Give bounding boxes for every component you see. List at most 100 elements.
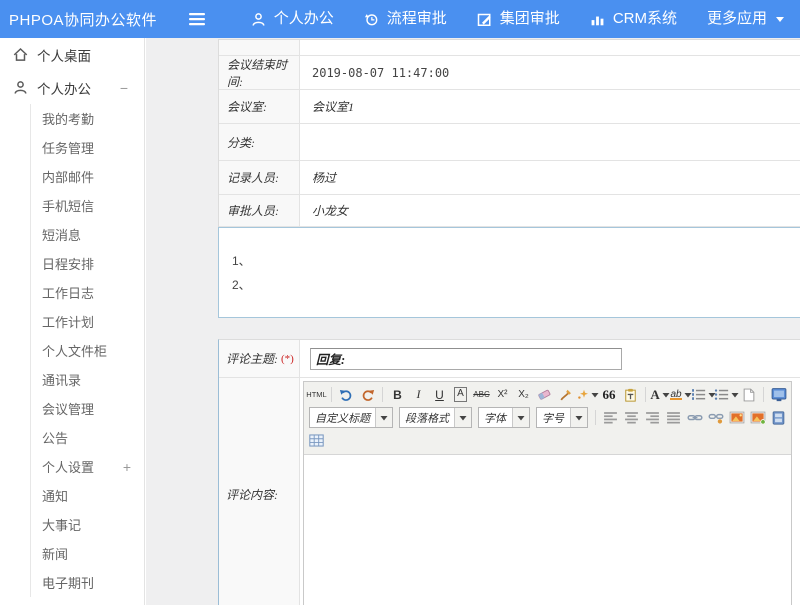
superscript-button[interactable]: X² bbox=[493, 385, 512, 405]
nav-workflow-approval[interactable]: 流程审批 bbox=[364, 0, 447, 38]
sidebar-item-personal-file-cabinet[interactable]: 个人文件柜 bbox=[30, 336, 144, 365]
fullscreen-button[interactable] bbox=[769, 385, 788, 405]
sidebar-item-personal-settings[interactable]: 个人设置+ bbox=[30, 452, 144, 481]
sidebar-item-task-management-label: 任务管理 bbox=[42, 138, 94, 157]
justify-button[interactable] bbox=[664, 408, 683, 428]
sidebar-item-notice[interactable]: 通知 bbox=[30, 481, 144, 510]
comment-content-label: 评论内容: bbox=[226, 486, 278, 503]
image-icon bbox=[729, 411, 745, 424]
italic-button-label: I bbox=[417, 387, 421, 402]
ordered-list-button[interactable] bbox=[693, 385, 714, 405]
sidebar-item-personal-desktop[interactable]: 个人桌面 bbox=[0, 38, 144, 71]
sidebar-item-contacts-label: 通讯录 bbox=[42, 370, 81, 389]
sidebar-item-my-attendance[interactable]: 我的考勤 bbox=[30, 104, 144, 133]
font-size-select[interactable]: 字号 bbox=[536, 407, 588, 428]
sidebar-item-work-plan[interactable]: 工作计划 bbox=[30, 307, 144, 336]
sidebar-item-announcement[interactable]: 公告 bbox=[30, 423, 144, 452]
highlight-button[interactable]: ab bbox=[672, 385, 691, 405]
brush-icon bbox=[559, 388, 573, 401]
comment-subject-input[interactable] bbox=[310, 348, 622, 370]
topbar-nav: 个人办公 流程审批 集团审批 CRM系统更多应用 bbox=[236, 0, 800, 38]
align-left-button[interactable] bbox=[601, 408, 620, 428]
font-color-button[interactable]: A bbox=[651, 385, 670, 405]
person-white-icon bbox=[251, 12, 266, 27]
sidebar-item-meeting-management[interactable]: 会议管理 bbox=[30, 394, 144, 423]
table-row: 会议结束时间:2019-08-07 11:47:00 bbox=[219, 56, 800, 90]
sidebar-item-personal-settings-toggle-icon[interactable]: + bbox=[123, 460, 131, 474]
comment-content-value-cell: HTMLBIUAABCX²X₂66Aab 自定义标题段落格式字体字号 bbox=[300, 378, 800, 605]
nav-crm-system[interactable]: CRM系统 bbox=[590, 0, 677, 38]
sidebar-item-schedule[interactable]: 日程安排 bbox=[30, 249, 144, 278]
italic-button[interactable]: I bbox=[409, 385, 428, 405]
nav-more-apps[interactable]: 更多应用 bbox=[707, 0, 785, 38]
chart-white-icon bbox=[590, 13, 605, 26]
table-row: 审批人员:小龙女 bbox=[219, 195, 800, 227]
underline-button[interactable]: U bbox=[430, 385, 449, 405]
undo-button[interactable] bbox=[337, 385, 356, 405]
sidebar-item-memorabilia-label: 大事记 bbox=[42, 515, 81, 534]
editor-content-area[interactable] bbox=[304, 455, 791, 605]
paragraph-select[interactable]: 段落格式 bbox=[399, 407, 472, 428]
sidebar-item-work-log-label: 工作日志 bbox=[42, 283, 94, 302]
remove-format-button[interactable] bbox=[535, 385, 554, 405]
format-brush-button[interactable] bbox=[556, 385, 575, 405]
redo-button[interactable] bbox=[358, 385, 377, 405]
font-family-select-label: 字体 bbox=[479, 410, 512, 426]
nav-workflow-approval-label: 流程审批 bbox=[387, 0, 447, 38]
unlink-button[interactable] bbox=[706, 408, 725, 428]
font-box-button[interactable]: A bbox=[451, 385, 470, 405]
quick-format-button-caret bbox=[591, 392, 599, 398]
fullscreen-icon bbox=[771, 388, 787, 402]
align-right-button[interactable] bbox=[643, 408, 662, 428]
bold-button[interactable]: B bbox=[388, 385, 407, 405]
heading-select[interactable]: 自定义标题 bbox=[309, 407, 393, 428]
table-button[interactable] bbox=[307, 431, 326, 451]
sidebar-item-announcement-label: 公告 bbox=[42, 428, 68, 447]
sidebar-item-contacts[interactable]: 通讯录 bbox=[30, 365, 144, 394]
comment-subject-label-cell: 评论主题: (*) bbox=[219, 340, 300, 377]
hamburger-menu-button[interactable] bbox=[184, 8, 210, 30]
link-button[interactable] bbox=[685, 408, 704, 428]
sidebar-item-work-log[interactable]: 工作日志 bbox=[30, 278, 144, 307]
font-family-select[interactable]: 字体 bbox=[478, 407, 530, 428]
upload-image-button[interactable] bbox=[748, 408, 767, 428]
strikethrough-button[interactable]: ABC bbox=[472, 385, 491, 405]
align-center-button[interactable] bbox=[622, 408, 641, 428]
paste-button[interactable] bbox=[621, 385, 640, 405]
sidebar-item-short-message[interactable]: 短消息 bbox=[30, 220, 144, 249]
sidebar-item-workflow-approval[interactable]: 流程审批+ bbox=[0, 597, 144, 605]
highlight-button-label: ab bbox=[670, 389, 681, 400]
nav-personal-office[interactable]: 个人办公 bbox=[251, 0, 334, 38]
font-size-select-caret bbox=[570, 408, 587, 427]
comment-subject-row: 评论主题: (*) bbox=[219, 340, 800, 378]
sidebar-item-personal-office[interactable]: 个人办公 − bbox=[0, 71, 144, 104]
sidebar-item-memorabilia[interactable]: 大事记 bbox=[30, 510, 144, 539]
unordered-list-button[interactable] bbox=[716, 385, 737, 405]
table-icon bbox=[309, 434, 324, 447]
sidebar-item-personal-office-toggle-icon[interactable]: − bbox=[120, 81, 128, 95]
sidebar-item-mobile-sms[interactable]: 手机短信 bbox=[30, 191, 144, 220]
blockquote-button[interactable]: 66 bbox=[600, 385, 619, 405]
sidebar-item-news[interactable]: 新闻 bbox=[30, 539, 144, 568]
sidebar-item-task-management[interactable]: 任务管理 bbox=[30, 133, 144, 162]
subscript-button[interactable]: X₂ bbox=[514, 385, 533, 405]
history-white-icon bbox=[364, 12, 379, 27]
table-row bbox=[219, 40, 800, 56]
row-label: 记录人员: bbox=[219, 161, 300, 194]
nav-group-approval[interactable]: 集团审批 bbox=[477, 0, 560, 38]
sidebar-item-internal-mail[interactable]: 内部邮件 bbox=[30, 162, 144, 191]
nav-group-approval-label: 集团审批 bbox=[500, 0, 560, 38]
new-page-button[interactable] bbox=[739, 385, 758, 405]
sidebar-item-e-journal[interactable]: 电子期刊 bbox=[30, 568, 144, 597]
sidebar-item-personal-office-label: 个人办公 bbox=[37, 78, 91, 98]
caret-down-dark-icon bbox=[591, 392, 599, 398]
media-button[interactable] bbox=[769, 408, 788, 428]
undo-icon bbox=[339, 388, 354, 402]
quick-format-button[interactable] bbox=[577, 385, 598, 405]
image-button[interactable] bbox=[727, 408, 746, 428]
sidebar-item-short-message-label: 短消息 bbox=[42, 225, 81, 244]
sidebar-item-personal-file-cabinet-label: 个人文件柜 bbox=[42, 341, 107, 360]
source-code-button[interactable]: HTML bbox=[307, 385, 326, 405]
table-row: 记录人员:杨过 bbox=[219, 161, 800, 195]
row-value: 2019-08-07 11:47:00 bbox=[300, 56, 800, 89]
